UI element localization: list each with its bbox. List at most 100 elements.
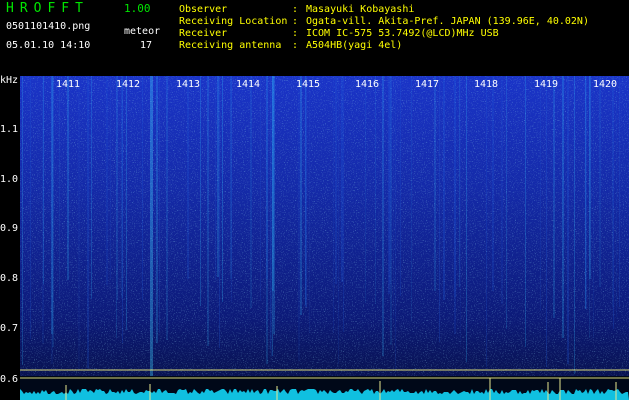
streak [116, 76, 117, 338]
location-label: Receiving Location [179, 16, 288, 27]
x-tick-label: 1420 [593, 79, 618, 90]
x-tick-label: 1412 [116, 79, 141, 90]
streak [599, 76, 601, 287]
streak [333, 76, 334, 333]
streak [613, 76, 614, 329]
receiver-value: ICOM IC-575 53.7492(@LCD)MHz USB [306, 28, 499, 39]
streak [612, 76, 613, 307]
meteor-count: 17 [140, 40, 153, 51]
streak [309, 76, 310, 333]
receiver-label: Receiver [179, 28, 228, 39]
streak [300, 76, 302, 315]
location-value: Ogata-vill. Akita-Pref. JAPAN (139.96E, … [306, 16, 589, 27]
meteor-echo-streak [150, 76, 153, 376]
streak [562, 76, 564, 338]
streak [215, 76, 216, 280]
streak [260, 76, 261, 301]
streak [59, 76, 60, 299]
streak [365, 76, 366, 303]
streak [159, 76, 160, 333]
streak [341, 76, 343, 282]
streak [343, 76, 344, 332]
streak [375, 76, 376, 304]
y-tick-label: 0.6 [0, 374, 19, 385]
streak [589, 76, 591, 279]
streak [390, 76, 392, 345]
streak [91, 76, 92, 299]
streak [67, 76, 69, 280]
streak [52, 76, 54, 347]
streak [250, 76, 252, 308]
streak [110, 76, 111, 279]
streak [200, 76, 201, 306]
y-unit-label: kHz [0, 75, 19, 86]
y-axis: kHz 1.1 1.0 0.9 0.8 0.7 0.6 [0, 76, 20, 400]
streak [271, 76, 272, 357]
datetime-label: 05.01.10 14:10 [6, 40, 91, 51]
x-tick-label: 1413 [176, 79, 201, 90]
streak [78, 76, 80, 370]
streak [106, 76, 108, 285]
y-tick-label: 0.7 [0, 323, 19, 334]
streak [22, 76, 23, 365]
location-sep: : [292, 16, 299, 27]
streak [486, 76, 487, 367]
streak [298, 76, 300, 361]
streak [585, 76, 586, 309]
x-tick-label: 1418 [474, 79, 499, 90]
streak [567, 76, 569, 364]
streak [42, 76, 44, 343]
streak [546, 76, 547, 367]
observer-sep: : [292, 4, 299, 15]
streak [459, 76, 460, 287]
y-tick-label: 0.8 [0, 273, 19, 284]
streak [443, 76, 445, 300]
streak [382, 76, 384, 356]
antenna-value: A504HB(yagi 4el) [306, 40, 403, 51]
streak [305, 76, 307, 307]
streak [506, 76, 507, 329]
observer-value: Masayuki Kobayashi [306, 4, 415, 15]
streak [619, 76, 620, 307]
x-tick-label: 1411 [56, 79, 81, 90]
streak [434, 76, 436, 291]
app-title: HROFFT [6, 1, 89, 16]
x-tick-label: 1414 [236, 79, 261, 90]
spectrogram-canvas [20, 76, 629, 400]
x-tick-label: 1419 [534, 79, 559, 90]
streak [30, 76, 31, 339]
streak [501, 76, 503, 304]
y-tick-label: 1.0 [0, 174, 19, 185]
streak [156, 76, 158, 343]
filename-label: 0501101410.png [6, 21, 91, 32]
streak [217, 76, 219, 277]
streak [87, 76, 89, 368]
streak [338, 76, 339, 364]
streak [525, 76, 526, 347]
streak [117, 76, 118, 300]
streak [187, 76, 189, 279]
streak [593, 76, 594, 338]
streak [273, 76, 275, 334]
streak [393, 76, 394, 318]
streak [335, 76, 337, 284]
streak [222, 76, 223, 302]
spectrum-noise [20, 76, 629, 376]
streak [166, 76, 168, 340]
y-tick-label: 1.1 [0, 124, 19, 135]
streak [388, 76, 390, 294]
streak [616, 76, 617, 317]
streak [142, 76, 143, 300]
streak [121, 76, 123, 298]
streak [400, 76, 401, 296]
streak [207, 76, 209, 346]
antenna-sep: : [292, 40, 299, 51]
x-tick-label: 1415 [296, 79, 321, 90]
streak [231, 76, 232, 302]
y-tick-label: 0.9 [0, 223, 19, 234]
streak [454, 76, 456, 334]
x-tick-label: 1416 [355, 79, 380, 90]
antenna-label: Receiving antenna [179, 40, 282, 51]
streak [466, 76, 467, 362]
streak [266, 76, 268, 279]
